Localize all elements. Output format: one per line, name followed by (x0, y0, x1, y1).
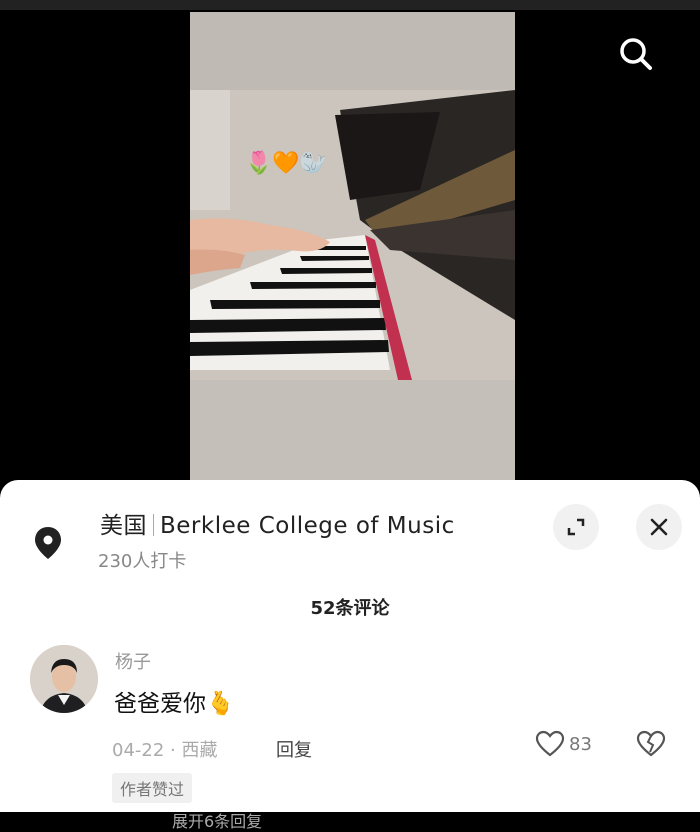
comment-region: 西藏 (181, 740, 218, 761)
video-frame[interactable]: 🌷🧡🦭 (190, 12, 515, 490)
expand-icon (567, 518, 585, 536)
avatar[interactable] (30, 645, 98, 713)
close-icon (650, 518, 668, 536)
checkin-count: 230人打卡 (98, 551, 187, 572)
comment-username[interactable]: 杨子 (115, 648, 151, 674)
like-button[interactable]: 83 (535, 730, 592, 758)
like-count: 83 (569, 733, 592, 755)
search-button[interactable] (616, 34, 656, 74)
comment-date: 04-22 (112, 740, 165, 761)
comment-body: 爸爸爱你 (114, 691, 206, 717)
close-button[interactable] (636, 504, 682, 550)
dislike-button[interactable] (636, 730, 666, 762)
title-separator (153, 514, 154, 536)
meta-separator: · (170, 740, 176, 761)
expand-button[interactable] (553, 504, 599, 550)
piano-video-scene: 🌷🧡🦭 (190, 90, 515, 380)
video-letterbox-top (190, 12, 515, 90)
comment-meta: 04-22 · 西藏 (112, 736, 218, 762)
broken-heart-icon (636, 730, 666, 757)
comment-text: 爸爸爱你🫰 (114, 684, 235, 718)
svg-text:🌷🧡🦭: 🌷🧡🦭 (245, 150, 327, 176)
author-liked-badge: 作者赞过 (112, 773, 193, 803)
reply-button[interactable]: 回复 (276, 736, 312, 762)
video-letterbox-bottom (190, 380, 515, 490)
status-bar (0, 0, 700, 10)
location-pin-icon (35, 527, 61, 559)
location-title: 美国 Berklee College of Music (100, 506, 455, 540)
location-place: Berklee College of Music (160, 513, 455, 539)
comments-count-heading: 52条评论 (310, 598, 390, 619)
avatar-portrait (30, 645, 98, 713)
video-player[interactable]: 🌷🧡🦭 (0, 10, 700, 500)
heart-icon (535, 730, 565, 757)
finger-heart-emoji: 🫰 (206, 691, 235, 717)
bottom-sheet: 美国 Berklee College of Music 230人打卡 52条评论 … (0, 480, 700, 831)
location-country: 美国 (100, 513, 147, 539)
comment-item[interactable]: 杨子 爸爸爱你🫰 04-22 · 西藏 回复 83 作者赞过 展开6条回复 (0, 640, 700, 831)
search-icon (620, 38, 652, 70)
